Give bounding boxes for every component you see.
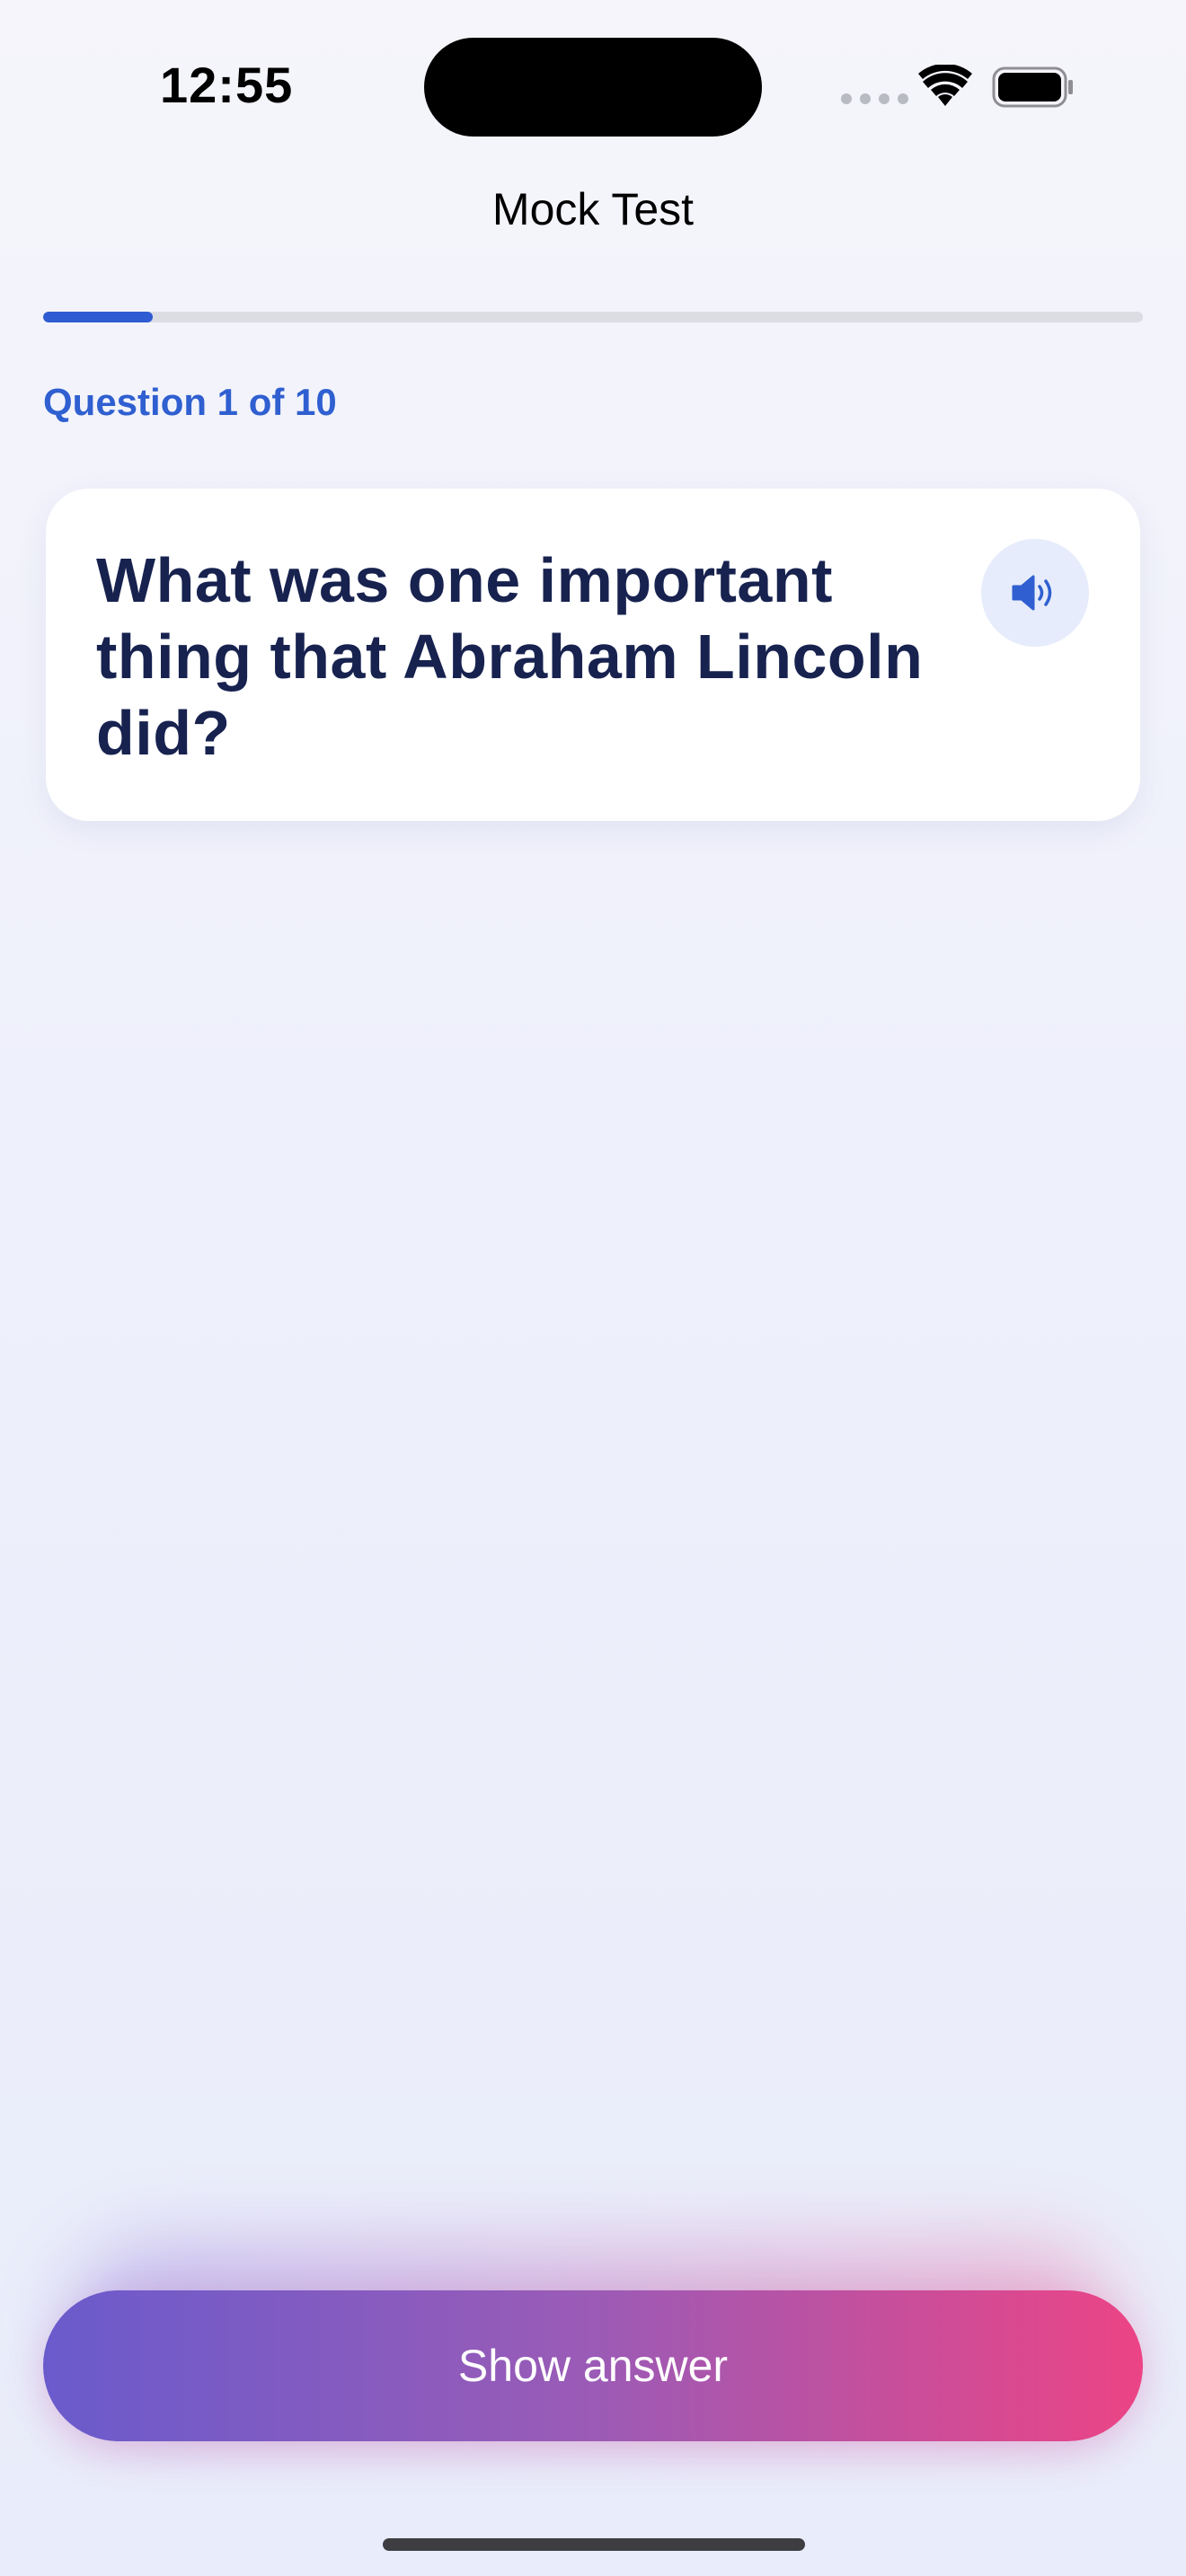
question-counter: Question 1 of 10 bbox=[43, 381, 337, 423]
cellular-signal-icon bbox=[841, 93, 908, 104]
battery-full-icon bbox=[992, 66, 1075, 112]
question-card: What was one important thing that Abraha… bbox=[46, 489, 1140, 821]
show-answer-button[interactable]: Show answer bbox=[43, 2290, 1143, 2441]
status-time: 12:55 bbox=[160, 57, 294, 113]
progress-bar-fill bbox=[43, 312, 154, 322]
read-aloud-button[interactable] bbox=[981, 539, 1089, 647]
page-title: Mock Test bbox=[491, 184, 695, 234]
wifi-icon bbox=[918, 63, 972, 110]
dynamic-island bbox=[424, 38, 762, 137]
question-text: What was one important thing that Abraha… bbox=[96, 545, 924, 768]
progress-bar bbox=[43, 312, 1143, 322]
speaker-icon bbox=[1012, 575, 1052, 611]
home-indicator[interactable] bbox=[383, 2538, 805, 2551]
show-answer-label: Show answer bbox=[457, 2341, 729, 2391]
